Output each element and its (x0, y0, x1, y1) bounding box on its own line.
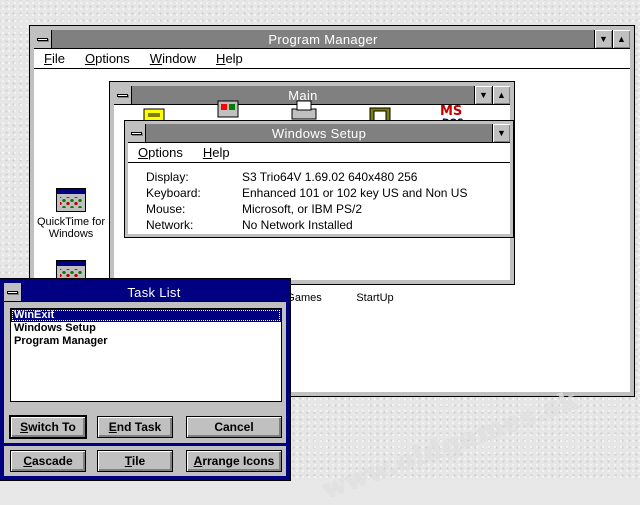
list-item[interactable]: Windows Setup (11, 322, 281, 335)
menu-file[interactable]: File (34, 51, 75, 66)
minimize-button[interactable]: ▼ (594, 30, 612, 48)
cascade-button[interactable]: Cascade (10, 450, 86, 472)
system-menu-icon (117, 93, 128, 97)
tile-button[interactable]: Tile (97, 450, 173, 472)
task-listbox[interactable]: WinExit Windows Setup Program Manager (10, 308, 282, 402)
setup-value: Microsoft, or IBM PS/2 (242, 202, 363, 216)
setup-label: Keyboard: (146, 186, 201, 200)
task-list-titlebar[interactable]: Task List (4, 283, 286, 302)
setup-row-network: Network: No Network Installed (146, 217, 510, 233)
list-item[interactable]: WinExit (11, 309, 281, 322)
button-label: Switch To (20, 420, 76, 434)
windows-setup-title: Windows Setup (271, 125, 367, 141)
minimize-icon: ▼ (599, 34, 608, 44)
system-menu-icon (37, 37, 48, 41)
system-menu-button[interactable] (4, 283, 22, 301)
maximize-button[interactable]: ▲ (612, 30, 630, 48)
menu-options[interactable]: Options (75, 51, 140, 66)
end-task-button[interactable]: End Task (97, 416, 173, 438)
task-list-title: Task List (127, 284, 181, 300)
setup-row-mouse: Mouse: Microsoft, or IBM PS/2 (146, 201, 510, 217)
task-list-dialog: Task List WinExit Windows Setup Program … (0, 278, 291, 481)
setup-label: Display: (146, 170, 189, 184)
windows-setup-menubar: Options Help (128, 143, 510, 163)
divider (4, 443, 286, 446)
setup-value: S3 Trio64V 1.69.02 640x480 256 (242, 170, 418, 184)
system-menu-icon (131, 131, 142, 135)
windows-setup-info: Display: S3 Trio64V 1.69.02 640x480 256 … (128, 163, 510, 233)
group-quicktime[interactable]: QuickTime for Windows (29, 188, 113, 240)
menu-help[interactable]: Help (193, 145, 240, 160)
button-label: Tile (124, 454, 146, 468)
svg-text:MS: MS (440, 104, 462, 119)
button-label: Arrange Icons (193, 454, 275, 468)
cancel-button[interactable]: Cancel (186, 416, 282, 438)
maximize-icon: ▲ (617, 34, 626, 44)
system-menu-button[interactable] (34, 30, 52, 48)
menu-help[interactable]: Help (206, 51, 253, 66)
button-label: End Task (108, 420, 162, 434)
setup-value: Enhanced 101 or 102 key US and Non US (242, 186, 468, 200)
maximize-icon: ▲ (497, 90, 506, 100)
program-manager-title: Program Manager (268, 31, 378, 47)
minimize-icon: ▼ (497, 128, 506, 138)
program-group-icon (56, 188, 86, 212)
setup-row-display: Display: S3 Trio64V 1.69.02 640x480 256 (146, 169, 510, 185)
group-label: QuickTime for Windows (36, 216, 106, 240)
program-manager-titlebar[interactable]: Program Manager ▼ ▲ (34, 30, 630, 49)
setup-row-keyboard: Keyboard: Enhanced 101 or 102 key US and… (146, 185, 510, 201)
windows-setup-window: Windows Setup ▼ Options Help Display: S3… (124, 120, 514, 238)
maximize-button[interactable]: ▲ (492, 86, 510, 104)
minimize-icon: ▼ (479, 90, 488, 100)
program-manager-menubar: File Options Window Help (34, 49, 630, 69)
group-startup[interactable]: StartUp (333, 292, 417, 304)
menu-window[interactable]: Window (140, 51, 206, 66)
setup-label: Mouse: (146, 202, 186, 216)
switch-to-button[interactable]: Switch To (9, 415, 87, 439)
system-menu-button[interactable] (114, 86, 132, 104)
button-label: Cancel (214, 420, 254, 434)
menu-options[interactable]: Options (128, 145, 193, 160)
setup-value: No Network Installed (242, 218, 353, 232)
windows-setup-titlebar[interactable]: Windows Setup ▼ (128, 124, 510, 143)
minimize-button[interactable]: ▼ (474, 86, 492, 104)
group-label: StartUp (356, 292, 394, 304)
button-label: Cascade (23, 454, 73, 468)
system-menu-icon (7, 290, 18, 294)
list-item[interactable]: Program Manager (11, 335, 281, 348)
minimize-button[interactable]: ▼ (492, 124, 510, 142)
arrange-icons-button[interactable]: Arrange Icons (186, 450, 282, 472)
setup-label: Network: (146, 218, 194, 232)
system-menu-button[interactable] (128, 124, 146, 142)
